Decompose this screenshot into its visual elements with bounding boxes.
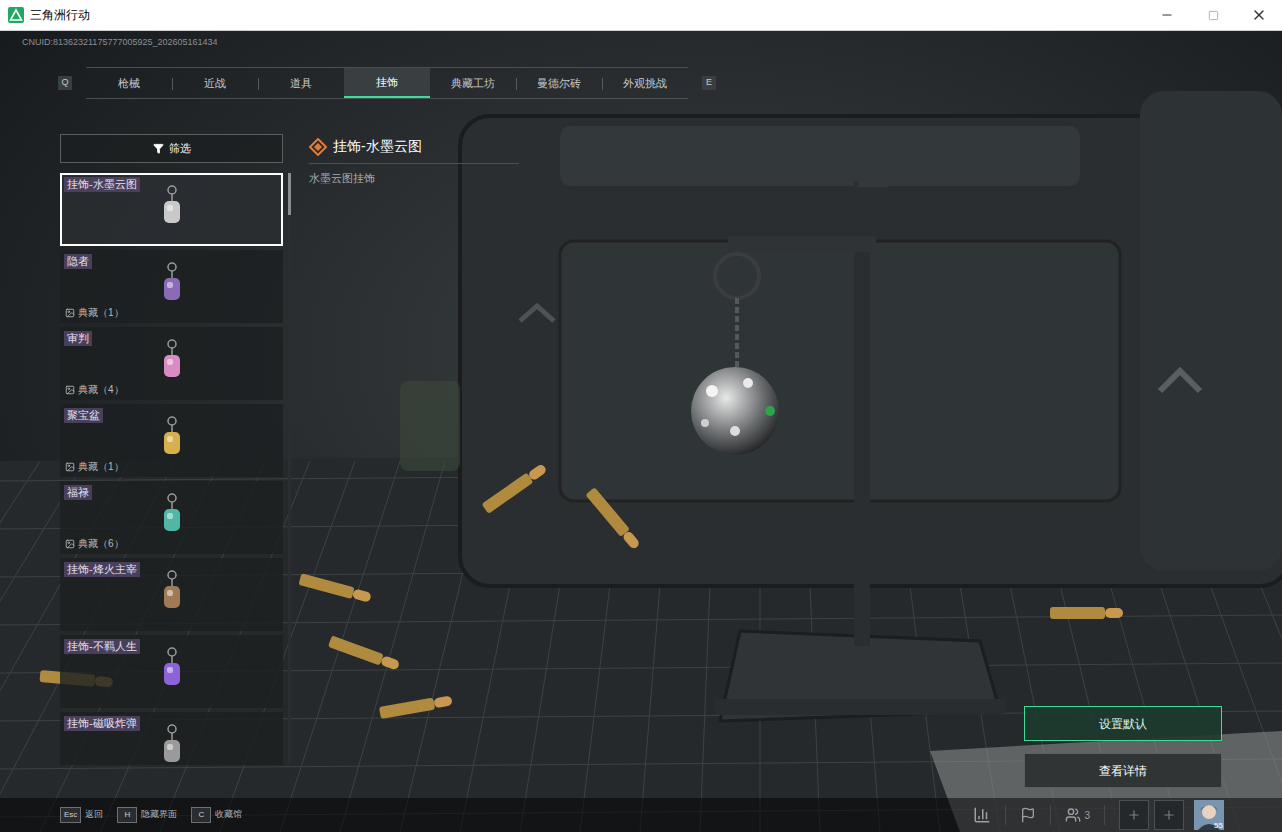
rarity-diamond-icon [309, 138, 327, 156]
charm-list-item[interactable]: 福禄典藏（6） [60, 481, 283, 554]
bottom-bar: Esc 返回 H 隐藏界面 C 收藏馆 3 55 [0, 798, 1282, 832]
tab-separator [172, 78, 173, 90]
category-tab[interactable]: 挂饰 [344, 68, 430, 98]
item-name: 聚宝盆 [64, 408, 103, 423]
tab-separator [258, 78, 259, 90]
charm-thumbnail-icon [161, 570, 183, 610]
item-name: 挂饰-烽火主宰 [64, 562, 140, 577]
minimize-button[interactable] [1144, 0, 1190, 30]
game-logo-icon [8, 7, 24, 23]
close-button[interactable] [1236, 0, 1282, 30]
item-name: 挂饰-磁吸炸弹 [64, 716, 140, 731]
title-bar: 三角洲行动 [0, 0, 1282, 31]
team-count: 3 [1084, 808, 1090, 823]
category-tab[interactable]: 典藏工坊 [430, 68, 516, 98]
picture-icon [65, 385, 75, 395]
picture-icon [65, 308, 75, 318]
invite-slot[interactable] [1119, 800, 1149, 830]
avatar-level: 55 [1214, 821, 1223, 830]
team-icon [1065, 807, 1081, 823]
tab-separator [516, 78, 517, 90]
action-button[interactable]: 设置默认 [1024, 706, 1222, 741]
tab-bar: Q 枪械近战道具挂饰典藏工坊曼德尔砖外观挑战 E [58, 67, 1282, 99]
detail-panel: 挂饰-水墨云图水墨云图挂饰设置默认查看详情 [291, 134, 1282, 788]
tab-separator [602, 78, 603, 90]
minimize-icon [1160, 8, 1174, 22]
category-tab[interactable]: 道具 [258, 68, 344, 98]
charm-thumbnail-icon [161, 647, 183, 687]
maximize-button[interactable] [1190, 0, 1236, 30]
charm-list-item[interactable]: 审判典藏（4） [60, 327, 283, 400]
category-tab[interactable]: 外观挑战 [602, 68, 688, 98]
key-hint-label: 隐藏界面 [141, 808, 177, 822]
key-hint[interactable]: H 隐藏界面 [117, 807, 177, 823]
charm-thumbnail-icon [161, 262, 183, 302]
team-button[interactable]: 3 [1065, 807, 1090, 823]
app-window: 三角洲行动 CNUID:81362321175777005925_20260516… [0, 0, 1282, 832]
charm-thumbnail-icon [161, 493, 183, 533]
maximize-icon [1208, 10, 1219, 21]
item-name: 审判 [64, 331, 92, 346]
charm-thumbnail-icon [161, 724, 183, 764]
charm-list-item[interactable]: 挂饰-烽火主宰 [60, 558, 283, 631]
collection-badge: 典藏（4） [65, 383, 124, 396]
filter-button[interactable]: 筛选 [60, 134, 283, 163]
left-panel: 筛选挂饰-水墨云图隐者典藏（1）审判典藏（4）聚宝盆典藏（1）福禄典藏（6）挂饰… [60, 134, 283, 788]
charm-thumbnail-icon [161, 339, 183, 379]
key-hint[interactable]: Esc 返回 [60, 807, 103, 823]
charm-thumbnail-icon [161, 185, 183, 225]
plus-icon [1127, 808, 1141, 822]
charm-list-item[interactable]: 挂饰-不羁人生 [60, 635, 283, 708]
detail-title: 挂饰-水墨云图 [333, 136, 422, 157]
plus-icon [1162, 808, 1176, 822]
charm-list-item[interactable]: 挂饰-水墨云图 [60, 173, 283, 246]
category-tab[interactable]: 曼德尔砖 [516, 68, 602, 98]
collection-badge: 典藏（1） [65, 306, 124, 319]
game-area: CNUID:81362321175777005925_202605161434 Q… [0, 31, 1282, 832]
action-button[interactable]: 查看详情 [1024, 753, 1222, 788]
charm-list-item[interactable]: 隐者典藏（1） [60, 250, 283, 323]
list-scrollbar[interactable] [288, 173, 291, 763]
player-avatar[interactable]: 55 [1194, 800, 1224, 830]
picture-icon [65, 539, 75, 549]
next-tab-key[interactable]: E [702, 76, 716, 90]
key-cap: H [117, 807, 137, 823]
key-hint-label: 收藏馆 [215, 808, 242, 822]
stats-icon[interactable] [973, 806, 991, 824]
uid-label: CNUID:81362321175777005925_202605161434 [0, 31, 1282, 53]
category-tab[interactable]: 枪械 [86, 68, 172, 98]
charm-list: 挂饰-水墨云图隐者典藏（1）审判典藏（4）聚宝盆典藏（1）福禄典藏（6）挂饰-烽… [60, 173, 283, 765]
key-hint-label: 返回 [85, 808, 103, 822]
invite-slot[interactable] [1154, 800, 1184, 830]
window-title: 三角洲行动 [30, 6, 90, 24]
category-tab[interactable]: 近战 [172, 68, 258, 98]
title-divider [309, 163, 519, 164]
flag-icon[interactable] [1020, 807, 1036, 823]
prev-tab-key[interactable]: Q [58, 76, 72, 90]
collection-badge: 典藏（6） [65, 537, 124, 550]
key-hint[interactable]: C 收藏馆 [191, 807, 242, 823]
key-cap: Esc [60, 807, 81, 823]
charm-thumbnail-icon [161, 416, 183, 456]
collection-badge: 典藏（1） [65, 460, 124, 473]
item-name: 挂饰-不羁人生 [64, 639, 140, 654]
item-name: 隐者 [64, 254, 92, 269]
scrollbar-thumb[interactable] [288, 173, 291, 215]
item-name: 福禄 [64, 485, 92, 500]
charm-list-item[interactable]: 挂饰-磁吸炸弹 [60, 712, 283, 765]
item-name: 挂饰-水墨云图 [64, 177, 140, 192]
key-cap: C [191, 807, 211, 823]
close-icon [1251, 7, 1267, 23]
detail-description: 水墨云图挂饰 [309, 170, 1282, 187]
picture-icon [65, 462, 75, 472]
charm-list-item[interactable]: 聚宝盆典藏（1） [60, 404, 283, 477]
main-content: 筛选挂饰-水墨云图隐者典藏（1）审判典藏（4）聚宝盆典藏（1）福禄典藏（6）挂饰… [0, 134, 1282, 798]
filter-icon [153, 143, 164, 154]
